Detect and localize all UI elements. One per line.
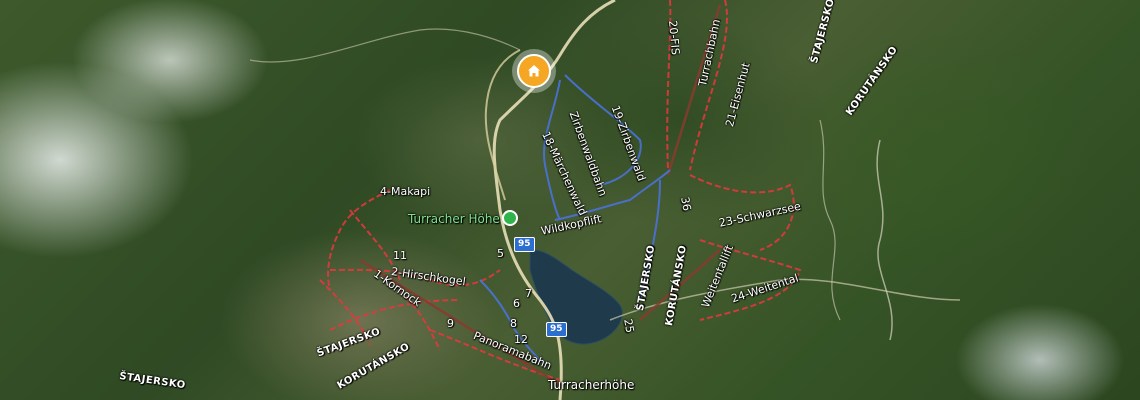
- place-pin[interactable]: [502, 210, 518, 226]
- lake: [529, 249, 623, 345]
- satellite-map[interactable]: Turracher Höhe Turracherhöhe 95 95 ŠTAJE…: [0, 0, 1140, 400]
- piste-label-9[interactable]: 9: [447, 318, 454, 329]
- piste-label-4-makapi[interactable]: 4-Makapi: [380, 186, 430, 197]
- route-shield-95: 95: [514, 237, 535, 252]
- piste-label-20-fis[interactable]: 20-FIS: [666, 20, 682, 56]
- village-label: Turracherhöhe: [548, 378, 635, 392]
- home-marker-badge[interactable]: [517, 54, 551, 88]
- piste-label-12[interactable]: 12: [514, 334, 528, 345]
- place-label-turracher-hoehe[interactable]: Turracher Höhe: [408, 213, 500, 225]
- piste-label-11[interactable]: 11: [393, 250, 407, 261]
- piste-label-5[interactable]: 5: [497, 248, 504, 259]
- home-marker[interactable]: [512, 49, 556, 93]
- piste-label-25[interactable]: 25: [621, 318, 636, 334]
- home-icon: [528, 65, 540, 77]
- piste-label-6[interactable]: 6: [513, 298, 520, 309]
- piste-label-7[interactable]: 7: [525, 288, 532, 299]
- piste-label-36[interactable]: 36: [678, 196, 693, 212]
- serpentine-road: [876, 139, 893, 341]
- serpentine-road-2: [819, 119, 841, 321]
- route-shield-95-south: 95: [546, 322, 567, 337]
- piste-kornock-loop: [329, 299, 461, 331]
- road-west: [249, 28, 521, 63]
- piste-label-8[interactable]: 8: [510, 318, 517, 329]
